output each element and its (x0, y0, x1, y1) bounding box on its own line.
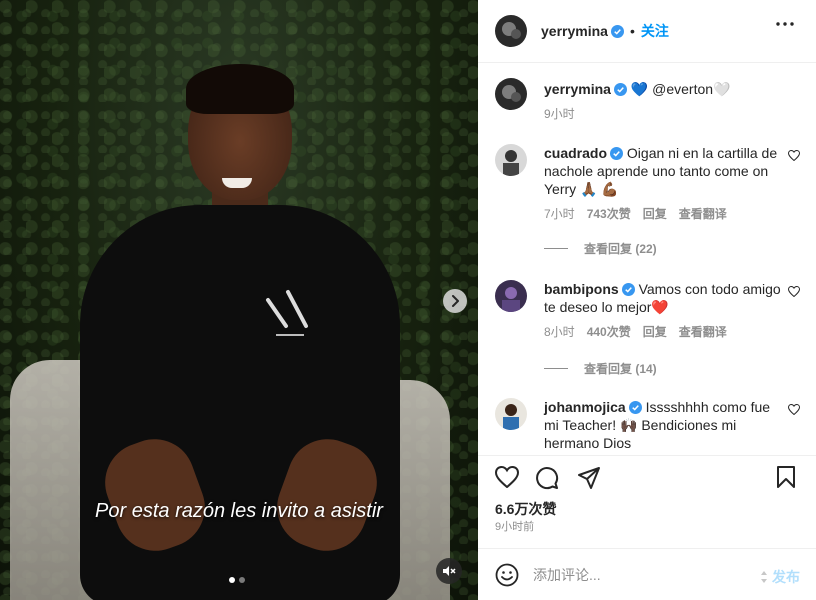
post-actions: 6.6万次赞 9小时前 (478, 455, 816, 543)
view-replies-label: 查看回复 (22) (584, 242, 657, 256)
heart-icon[interactable] (495, 466, 519, 488)
chevron-right-icon (452, 295, 459, 307)
post-sidebar: yerrymina • 关注 yerrymina 💙 @everton🤍 9小时… (478, 0, 816, 600)
comment-input[interactable] (533, 566, 743, 583)
shirt-logo (266, 290, 308, 336)
comment-username[interactable]: johanmojica (544, 399, 626, 415)
verified-icon (628, 401, 642, 414)
video-subtitle: Por esta razón les invito a asistir (95, 500, 383, 522)
mute-icon (443, 566, 456, 576)
avatar[interactable] (495, 398, 527, 430)
comment-likes[interactable]: 743次赞 (587, 205, 631, 223)
verified-icon (621, 283, 635, 296)
updown-icon (761, 571, 767, 583)
comment-time: 8小时 (544, 325, 575, 339)
carousel-indicator (229, 577, 245, 583)
translate-button[interactable]: 查看翻译 (679, 205, 727, 223)
comment-username[interactable]: cuadrado (544, 145, 607, 161)
comment-likes[interactable]: 440次赞 (587, 323, 631, 341)
heart-icon[interactable] (788, 286, 800, 297)
next-media-button[interactable] (443, 289, 467, 313)
heart-icon[interactable] (788, 404, 800, 415)
mute-button[interactable] (436, 558, 462, 584)
comment-username[interactable]: bambipons (544, 281, 619, 297)
comment-composer: 发布 (478, 548, 816, 600)
comment-icon[interactable] (535, 466, 559, 490)
separator: • (629, 23, 635, 39)
caption-time: 9小时 (544, 107, 575, 121)
post-timestamp: 9小时前 (495, 521, 535, 533)
reply-button[interactable]: 回复 (643, 323, 667, 341)
person (186, 64, 294, 114)
reply-button[interactable]: 回复 (643, 205, 667, 223)
post-header: yerrymina • 关注 (478, 0, 816, 63)
post-comment-button[interactable]: 发布 (760, 567, 800, 587)
view-replies-label: 查看回复 (14) (584, 362, 657, 376)
caption-username[interactable]: yerrymina (544, 81, 611, 97)
more-icon[interactable] (776, 22, 794, 26)
comment-time: 7小时 (544, 207, 575, 221)
verified-icon (613, 83, 627, 96)
avatar[interactable] (495, 15, 527, 47)
comments-list[interactable]: yerrymina 💙 @everton🤍 9小时 cuadrado Oigan… (478, 64, 816, 455)
follow-button[interactable]: 关注 (641, 21, 669, 41)
emoji-icon[interactable] (495, 563, 519, 587)
avatar[interactable] (495, 144, 527, 176)
caption-text: 💙 @everton🤍 (630, 81, 731, 97)
post-comment-label: 发布 (772, 569, 800, 585)
view-replies-button[interactable]: 查看回复 (22) (544, 240, 657, 257)
verified-icon (610, 24, 624, 38)
avatar[interactable] (495, 280, 527, 312)
share-icon[interactable] (577, 466, 601, 490)
post-media[interactable]: Por esta razón les invito a asistir (0, 0, 478, 600)
carousel-dot (229, 577, 235, 583)
view-replies-button[interactable]: 查看回复 (14) (544, 360, 657, 377)
avatar[interactable] (495, 78, 527, 110)
verified-icon (610, 147, 624, 160)
bookmark-icon[interactable] (776, 466, 796, 488)
heart-icon[interactable] (788, 150, 800, 161)
post-author-username[interactable]: yerrymina (541, 23, 608, 39)
carousel-dot (239, 577, 245, 583)
translate-button[interactable]: 查看翻译 (679, 323, 727, 341)
like-count[interactable]: 6.6万次赞 (495, 499, 556, 519)
